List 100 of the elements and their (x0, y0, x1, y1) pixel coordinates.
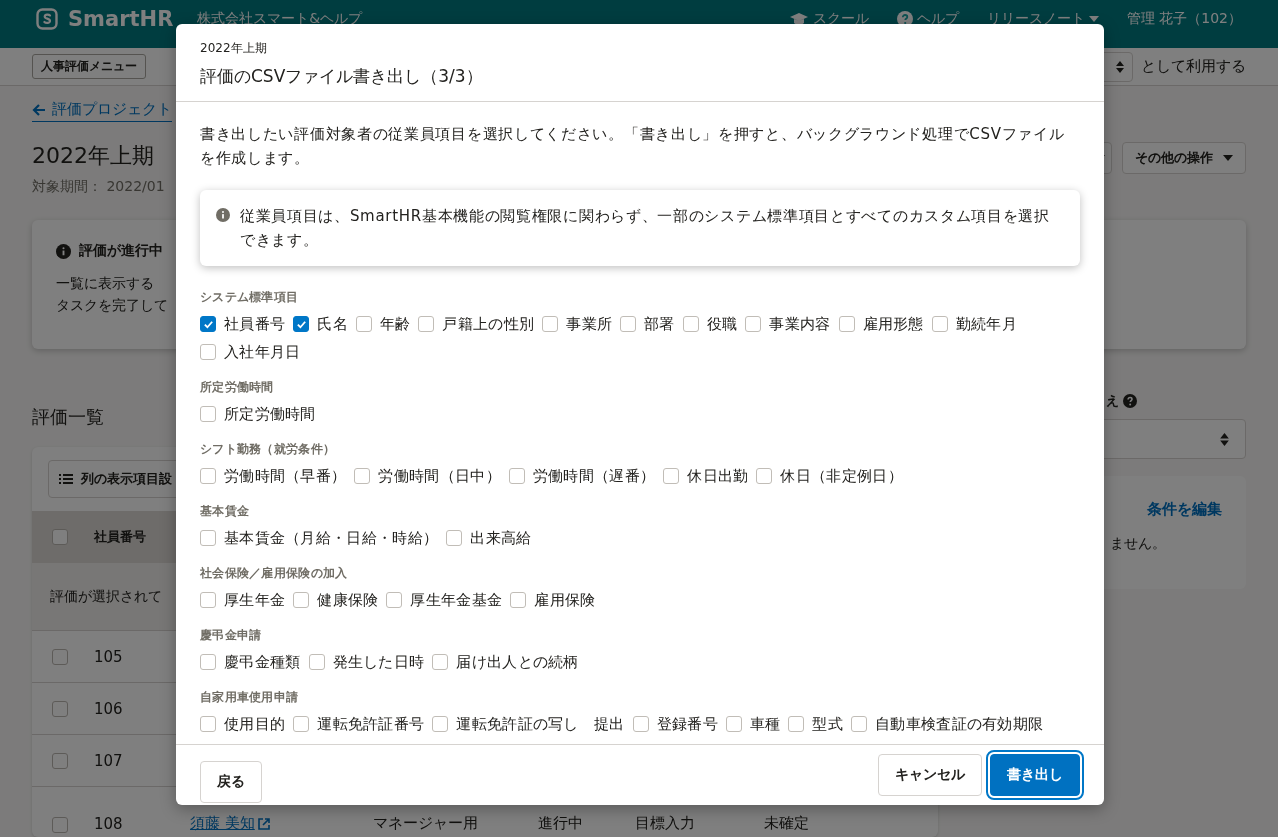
checkbox[interactable] (542, 316, 559, 332)
checkbox-label: 休日（非定例日） (780, 466, 903, 486)
checkbox-label: 事業内容 (769, 314, 831, 334)
checkbox-label: 所定労働時間 (224, 404, 316, 424)
checkbox[interactable] (663, 468, 680, 484)
checkbox-label: 雇用形態 (862, 314, 924, 334)
notice-text: 一覧に表示する (56, 274, 154, 293)
table-cell-text: マネージャー用 (373, 814, 479, 833)
checkbox-label: 型式 (812, 714, 844, 734)
checkbox[interactable] (931, 316, 948, 332)
checkbox[interactable] (725, 716, 742, 732)
edit-conditions-link[interactable]: 条件を編集 (1147, 500, 1222, 519)
caret-icon (1223, 155, 1233, 161)
group-heading: 自家用車使用申請 (200, 689, 300, 706)
checkbox-label: 雇用保険 (534, 590, 596, 610)
group-heading: 基本賃金 (200, 503, 251, 520)
more-actions-button[interactable]: その他の操作 (1122, 142, 1246, 174)
checkbox-label: 戸籍上の性別 (442, 314, 535, 334)
checkbox-label: 運転免許証の写し 提出 (456, 714, 625, 734)
page-title: 2022年上期 (32, 142, 155, 170)
checkbox[interactable] (510, 592, 527, 608)
user-name[interactable]: 管理 花子（102） (1126, 10, 1242, 28)
checkbox[interactable] (386, 592, 403, 608)
checkbox[interactable] (200, 468, 216, 484)
checkbox[interactable] (52, 752, 68, 769)
checkbox[interactable] (200, 316, 216, 332)
checkbox[interactable] (446, 530, 463, 546)
dialog-subtitle: 2022年上期 (200, 40, 268, 57)
empty-message: ません。 (1110, 535, 1167, 553)
checkbox[interactable] (52, 648, 68, 665)
checkbox[interactable] (200, 654, 216, 670)
checkbox-label: 入社年月日 (224, 342, 301, 362)
checkbox[interactable] (308, 654, 325, 670)
checkbox[interactable] (632, 716, 649, 732)
group-heading: シフト勤務（就労条件） (200, 441, 337, 458)
checkbox[interactable] (52, 817, 68, 833)
checkbox-label: 社員番号 (224, 314, 286, 334)
checkbox[interactable] (52, 700, 68, 717)
checkbox-label: 厚生年金基金 (410, 590, 503, 610)
checkbox-label: 労働時間（遅番） (532, 466, 656, 486)
back-button[interactable]: 戻る (200, 761, 262, 803)
checkbox[interactable] (682, 316, 699, 332)
checkbox[interactable] (788, 716, 805, 732)
checkbox[interactable] (851, 716, 868, 732)
checkbox[interactable] (200, 406, 216, 422)
logo-icon (36, 8, 58, 30)
checkbox-label: 運転免許証番号 (317, 714, 425, 734)
role-label: として利用する (1141, 57, 1246, 76)
checkbox[interactable] (838, 316, 855, 332)
checkbox[interactable] (620, 316, 637, 332)
checkbox[interactable] (354, 468, 371, 484)
group-heading: 所定労働時間 (200, 379, 275, 396)
checkbox-label: 基本賃金（月給・日給・時給） (224, 528, 439, 548)
checkbox-label: 自動車検査証の有効期限 (875, 714, 1044, 734)
checkbox-label: 休日出勤 (687, 466, 749, 486)
arrow-left-icon (32, 102, 46, 117)
employee-link[interactable]: 須藤 美知 (190, 814, 373, 833)
column-header: 社員番号 (94, 528, 147, 546)
back-link[interactable]: 評価プロジェクト (32, 100, 172, 122)
checkbox-label: 勤続年月 (955, 314, 1017, 334)
table-cell-text: 108 (94, 815, 124, 833)
checkbox-label: 出来高給 (470, 528, 532, 548)
checkbox-label: 車種 (749, 714, 781, 734)
table-cell-text: 進行中 (538, 814, 584, 833)
checkbox-label: 発生した日時 (332, 652, 425, 672)
checkbox[interactable] (432, 654, 449, 670)
checkbox[interactable] (293, 716, 310, 732)
external-link-icon (257, 817, 270, 830)
notice-text: タスクを完了して (56, 296, 168, 315)
checkbox[interactable] (756, 468, 773, 484)
checkbox-label: 厚生年金 (224, 590, 286, 610)
checkbox[interactable] (508, 468, 525, 484)
dialog-title: 評価のCSVファイル書き出し（3/3） (200, 65, 484, 88)
checkbox-label: 慶弔金種類 (224, 652, 301, 672)
description-text: 書き出したい評価対象者の従業員項目を選択してください。「書き出し」を押すと、バックグラウンド処理でCSVファイルを作成します。 (200, 124, 1066, 169)
checkbox[interactable] (745, 316, 762, 332)
checkbox[interactable] (293, 316, 310, 332)
sort-arrows-icon (1116, 60, 1124, 73)
checkbox[interactable] (355, 316, 372, 332)
checkbox[interactable] (200, 716, 216, 732)
table-cell-text: 105 (94, 647, 124, 666)
info-icon (216, 208, 230, 222)
checkbox-label: 使用目的 (224, 714, 286, 734)
header-link[interactable]: スクール (788, 10, 869, 28)
cancel-button[interactable]: キャンセル (878, 754, 982, 796)
menu-button[interactable]: 人事評価メニュー (32, 54, 146, 79)
period-text: 対象期間： 2022/01 (32, 178, 165, 196)
selection-note: 評価が選択されて (50, 587, 162, 606)
group-heading: システム標準項目 (200, 289, 300, 306)
notice-title: 評価が進行中 (79, 242, 163, 260)
group-heading: 慶弔金申請 (200, 627, 263, 644)
checkbox-label: 役職 (706, 314, 738, 334)
checkbox[interactable] (200, 592, 216, 608)
checkbox[interactable] (52, 529, 68, 545)
checkbox[interactable] (200, 530, 216, 546)
checkbox[interactable] (432, 716, 449, 732)
checkbox[interactable] (293, 592, 310, 608)
checkbox[interactable] (200, 344, 216, 360)
checkbox[interactable] (418, 316, 435, 332)
logo-text[interactable]: SmartHR (68, 7, 174, 31)
